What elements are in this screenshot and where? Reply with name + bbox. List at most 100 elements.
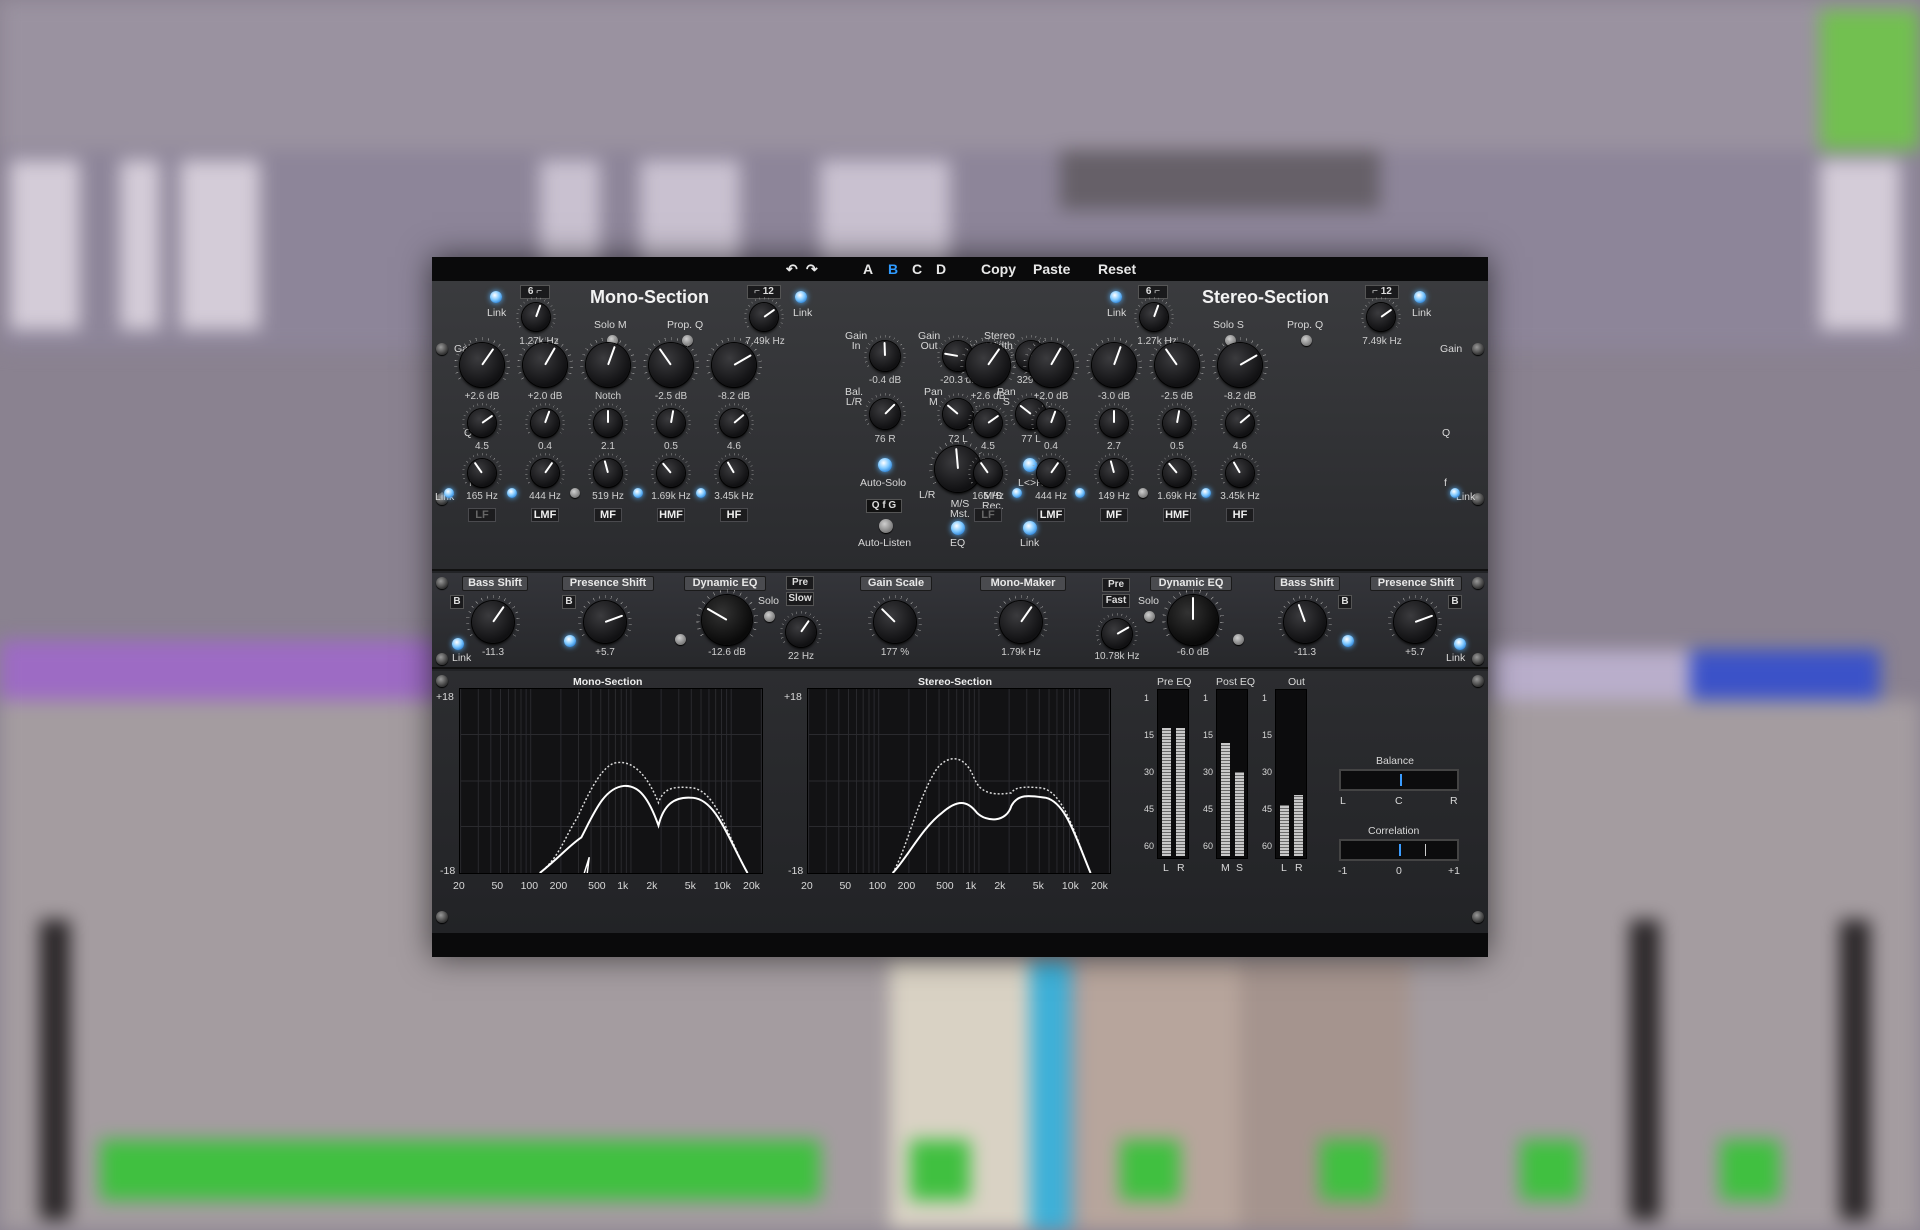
presence-shift-left-knob[interactable] [584, 601, 626, 643]
stereo-band-0-link-led[interactable] [1012, 488, 1022, 498]
presence-shift-right-knob[interactable] [1394, 601, 1436, 643]
mono-band-2-gain-knob[interactable] [586, 343, 630, 387]
stereo-band-2-link-led[interactable] [1138, 488, 1148, 498]
dyn-freq-right-knob[interactable] [1102, 619, 1132, 649]
presence-shift-left-button[interactable]: Presence Shift [562, 576, 654, 591]
bass-shift-right-led[interactable] [1342, 635, 1354, 647]
stereo-band-1-toggle[interactable]: LMF [1037, 508, 1065, 522]
mono-band-1-link-led[interactable] [507, 488, 517, 498]
presence-shift-left-led[interactable] [564, 635, 576, 647]
stereo-band-4-link-led[interactable] [1450, 488, 1460, 498]
mono-band-1-q-knob[interactable] [531, 409, 559, 437]
mono-maker-button[interactable]: Mono-Maker [980, 576, 1066, 591]
stereo-band-4-q-knob[interactable] [1226, 409, 1254, 437]
stereo-band-3-freq-knob[interactable] [1163, 459, 1191, 487]
mono-band-4-toggle[interactable]: HF [720, 508, 748, 522]
stereo-band-0-toggle[interactable]: LF [974, 508, 1002, 522]
preset-d-button[interactable]: D [936, 261, 946, 277]
mono-maker-knob[interactable] [1000, 601, 1042, 643]
mono-lp-link-led[interactable] [795, 291, 807, 303]
stereo-band-0-q-knob[interactable] [974, 409, 1002, 437]
mono-band-3-q-knob[interactable] [657, 409, 685, 437]
stereo-prop-q-button[interactable] [1301, 335, 1312, 346]
mono-lp-slope-button[interactable]: ⌐ 12 [747, 285, 781, 299]
mono-band-2-link-led[interactable] [570, 488, 580, 498]
slow-button[interactable]: Slow [786, 592, 814, 606]
mono-band-0-gain-knob[interactable] [460, 343, 504, 387]
mono-band-1-gain-knob[interactable] [523, 343, 567, 387]
stereo-band-4-gain-knob[interactable] [1218, 343, 1262, 387]
stereo-band-2-freq-knob[interactable] [1100, 459, 1128, 487]
preset-a-button[interactable]: A [863, 261, 873, 277]
stereo-band-2-gain-knob[interactable] [1092, 343, 1136, 387]
auto-solo-led[interactable] [878, 458, 892, 472]
balance-lr-knob[interactable] [870, 399, 900, 429]
mono-band-4-gain-knob[interactable] [712, 343, 756, 387]
auto-listen-button[interactable] [879, 519, 893, 533]
eq-enable-led[interactable] [951, 521, 965, 535]
paste-button[interactable]: Paste [1033, 261, 1070, 277]
bass-shift-right-b-button[interactable]: B [1338, 595, 1352, 609]
presence-shift-left-b-button[interactable]: B [562, 595, 576, 609]
stereo-hp-link-led[interactable] [1110, 291, 1122, 303]
pre-left-button[interactable]: Pre [786, 576, 814, 590]
undo-icon[interactable]: ↶ [786, 261, 798, 278]
dynamic-eq-left-button[interactable]: Dynamic EQ [684, 576, 766, 591]
stereo-band-0-gain-knob[interactable] [966, 343, 1010, 387]
gain-scale-button[interactable]: Gain Scale [860, 576, 932, 591]
bass-shift-left-button[interactable]: Bass Shift [462, 576, 528, 591]
bass-shift-right-knob[interactable] [1284, 601, 1326, 643]
stereo-band-1-freq-knob[interactable] [1037, 459, 1065, 487]
dyn-eq-right-toggle[interactable] [1233, 634, 1244, 645]
mono-band-3-link-led[interactable] [633, 488, 643, 498]
presence-shift-right-link-led[interactable] [1454, 638, 1466, 650]
mono-band-3-toggle[interactable]: HMF [657, 508, 685, 522]
mono-band-4-q-knob[interactable] [720, 409, 748, 437]
stereo-band-4-freq-knob[interactable] [1226, 459, 1254, 487]
presence-shift-right-button[interactable]: Presence Shift [1370, 576, 1462, 591]
stereo-hp-slope-button[interactable]: 6 ⌐ [1138, 285, 1168, 299]
mono-hp-link-led[interactable] [490, 291, 502, 303]
fast-button[interactable]: Fast [1102, 594, 1130, 608]
bass-shift-left-link-led[interactable] [452, 638, 464, 650]
pre-right-button[interactable]: Pre [1102, 578, 1130, 592]
dynamic-eq-left-knob[interactable] [702, 595, 752, 645]
mono-band-3-freq-knob[interactable] [657, 459, 685, 487]
mono-band-1-freq-knob[interactable] [531, 459, 559, 487]
stereo-band-4-toggle[interactable]: HF [1226, 508, 1254, 522]
gain-in-knob[interactable] [870, 341, 900, 371]
dyn-eq-left-toggle[interactable] [675, 634, 686, 645]
center-link-led[interactable] [1023, 521, 1037, 535]
preset-c-button[interactable]: C [912, 261, 922, 277]
stereo-lp-link-led[interactable] [1414, 291, 1426, 303]
stereo-band-1-gain-knob[interactable] [1029, 343, 1073, 387]
presence-shift-right-b-button[interactable]: B [1448, 595, 1462, 609]
reset-button[interactable]: Reset [1098, 261, 1136, 277]
dynamic-eq-right-button[interactable]: Dynamic EQ [1150, 576, 1232, 591]
eq-mode-button[interactable]: Q f G [866, 499, 902, 513]
stereo-band-2-toggle[interactable]: MF [1100, 508, 1128, 522]
redo-icon[interactable]: ↷ [806, 261, 818, 278]
mono-band-2-toggle[interactable]: MF [594, 508, 622, 522]
dyn-solo-right-button[interactable] [1144, 611, 1155, 622]
copy-button[interactable]: Copy [981, 261, 1016, 277]
dyn-freq-left-knob[interactable] [786, 617, 816, 647]
mono-lp-freq-knob[interactable] [750, 303, 778, 331]
bass-shift-left-knob[interactable] [472, 601, 514, 643]
mono-band-1-toggle[interactable]: LMF [531, 508, 559, 522]
preset-b-button[interactable]: B [888, 261, 898, 277]
mono-band-2-q-knob[interactable] [594, 409, 622, 437]
stereo-band-3-q-knob[interactable] [1163, 409, 1191, 437]
stereo-band-3-toggle[interactable]: HMF [1163, 508, 1191, 522]
stereo-band-1-link-led[interactable] [1075, 488, 1085, 498]
mono-band-0-freq-knob[interactable] [468, 459, 496, 487]
mono-hp-freq-knob[interactable] [522, 303, 550, 331]
stereo-hp-freq-knob[interactable] [1140, 303, 1168, 331]
dyn-solo-left-button[interactable] [764, 611, 775, 622]
stereo-band-3-link-led[interactable] [1201, 488, 1211, 498]
gain-scale-knob[interactable] [874, 601, 916, 643]
bass-shift-right-button[interactable]: Bass Shift [1274, 576, 1340, 591]
mono-band-0-link-led[interactable] [444, 488, 454, 498]
mono-band-0-toggle[interactable]: LF [468, 508, 496, 522]
bass-shift-left-b-button[interactable]: B [450, 595, 464, 609]
